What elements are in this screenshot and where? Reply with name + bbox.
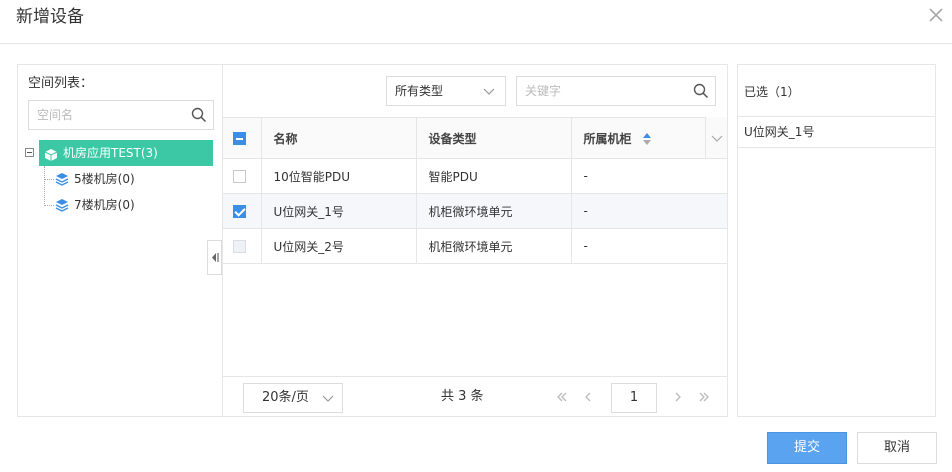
- selected-panel: 已选（1） U位网关_1号: [737, 64, 936, 417]
- prev-page-icon[interactable]: [581, 390, 595, 404]
- row-checkbox[interactable]: [233, 240, 246, 253]
- chevron-down-icon: [711, 135, 723, 142]
- space-search-box: [28, 100, 214, 130]
- collapse-panel-handle[interactable]: [207, 240, 222, 275]
- device-table: 名称 设备类型 所属机柜 10位智能PDU 智能PDU - U位网关_1号 机柜…: [223, 117, 728, 264]
- cube-icon: [44, 145, 58, 161]
- first-page-icon[interactable]: [555, 390, 569, 404]
- space-list-title: 空间列表：: [28, 76, 94, 91]
- tree-line: [44, 179, 54, 180]
- next-page-icon[interactable]: [671, 390, 685, 404]
- cell-type: 智能PDU: [415, 158, 572, 194]
- device-list-panel: 所有类型 名称 设备类型 所属机柜: [223, 64, 728, 417]
- tree-line: [44, 205, 54, 206]
- cell-type: 机柜微环境单元: [415, 228, 572, 264]
- tree-node-label: 7楼机房(0): [74, 198, 135, 212]
- submit-button[interactable]: 提交: [767, 432, 847, 464]
- space-search-input[interactable]: [29, 101, 179, 129]
- chevron-down-icon: [483, 85, 495, 97]
- search-icon[interactable]: [191, 107, 207, 123]
- tree-root-label: 机房应用TEST(3): [63, 146, 158, 160]
- table-row[interactable]: U位网关_1号 机柜微环境单元 -: [223, 193, 728, 229]
- sort-icon[interactable]: [642, 133, 652, 145]
- row-checkbox[interactable]: [233, 205, 246, 218]
- cancel-button[interactable]: 取消: [857, 432, 937, 464]
- tree-node-root[interactable]: 机房应用TEST(3): [24, 140, 224, 166]
- device-type-select[interactable]: 所有类型: [386, 76, 506, 106]
- row-checkbox-cell: [223, 228, 262, 264]
- selected-item[interactable]: U位网关_1号: [738, 117, 935, 148]
- page-number-input[interactable]: 1: [611, 383, 657, 413]
- tree-collapse-icon[interactable]: [25, 148, 34, 157]
- column-menu-button[interactable]: [705, 117, 727, 158]
- page-size-value: 20条/页: [262, 390, 309, 405]
- cell-cabinet: -: [570, 158, 728, 194]
- table-header-row: 名称 设备类型 所属机柜: [223, 117, 728, 159]
- keyword-search-input[interactable]: [517, 77, 682, 105]
- table-row[interactable]: 10位智能PDU 智能PDU -: [223, 158, 728, 194]
- column-header-type[interactable]: 设备类型: [415, 117, 572, 159]
- cell-name: U位网关_2号: [260, 228, 417, 264]
- select-all-checkbox[interactable]: [233, 132, 246, 145]
- column-header-cabinet[interactable]: 所属机柜: [570, 117, 706, 159]
- device-type-value: 所有类型: [395, 84, 444, 98]
- keyword-search-box: [516, 76, 716, 106]
- cell-cabinet: -: [570, 193, 728, 229]
- table-row[interactable]: U位网关_2号 机柜微环境单元 -: [223, 228, 728, 264]
- row-checkbox-cell: [223, 158, 262, 194]
- dialog-title: 新增设备: [16, 7, 84, 27]
- row-checkbox-cell: [223, 193, 262, 229]
- cell-type: 机柜微环境单元: [415, 193, 572, 229]
- select-all-cell: [223, 117, 262, 159]
- device-toolbar: 所有类型: [223, 65, 728, 117]
- tree-node-child[interactable]: 5楼机房(0): [44, 166, 214, 192]
- row-checkbox[interactable]: [233, 170, 246, 183]
- layers-icon: [55, 172, 69, 186]
- chevron-down-icon: [322, 392, 334, 404]
- tree-node-child[interactable]: 7楼机房(0): [44, 192, 214, 218]
- space-list-panel: 空间列表： 机房应用TEST(3) 5楼机房(0): [17, 64, 223, 417]
- cell-name: 10位智能PDU: [260, 158, 417, 194]
- selected-title: 已选（1）: [744, 85, 800, 99]
- layers-icon: [55, 198, 69, 212]
- column-header-cabinet-label: 所属机柜: [583, 131, 632, 146]
- search-icon[interactable]: [693, 83, 709, 99]
- pagination: 20条/页 共 3 条 1: [223, 376, 728, 418]
- cell-cabinet: -: [570, 228, 728, 264]
- last-page-icon[interactable]: [697, 390, 711, 404]
- selected-header: 已选（1）: [738, 65, 935, 117]
- tree-node-label: 5楼机房(0): [74, 172, 135, 186]
- collapse-left-icon: [212, 253, 219, 262]
- tree-root-item[interactable]: 机房应用TEST(3): [39, 140, 213, 166]
- close-icon[interactable]: [928, 7, 944, 23]
- column-header-name[interactable]: 名称: [260, 117, 417, 159]
- page-size-select[interactable]: 20条/页: [243, 383, 343, 413]
- dialog-header: 新增设备: [0, 0, 952, 44]
- cell-name: U位网关_1号: [260, 193, 417, 229]
- total-count: 共 3 条: [441, 389, 484, 404]
